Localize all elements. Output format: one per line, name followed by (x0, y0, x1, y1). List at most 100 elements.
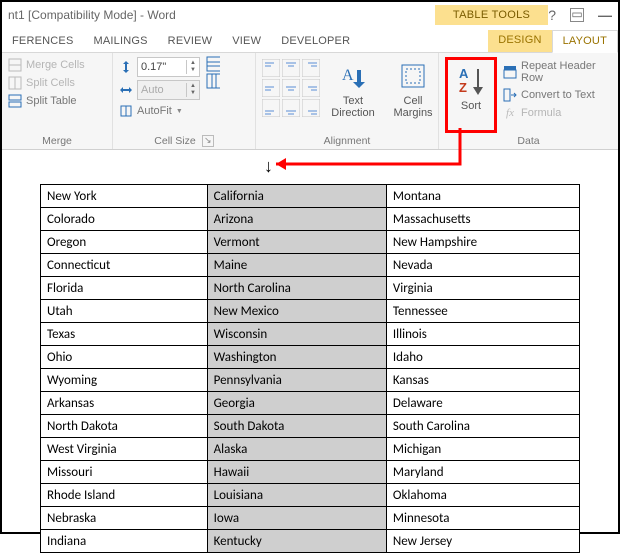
table-row[interactable]: ArkansasGeorgiaDelaware (41, 392, 580, 415)
help-icon[interactable]: ? (548, 7, 556, 23)
repeat-header-button[interactable]: Repeat Header Row (503, 59, 612, 85)
table-cell[interactable]: Nevada (386, 254, 579, 277)
table-cell[interactable]: Minnesota (386, 507, 579, 530)
spin-up-icon[interactable]: ▲ (186, 83, 199, 90)
table-cell[interactable]: New York (41, 185, 208, 208)
table-row[interactable]: TexasWisconsinIllinois (41, 323, 580, 346)
align-tc-icon[interactable] (282, 59, 300, 77)
table-row[interactable]: North DakotaSouth DakotaSouth Carolina (41, 415, 580, 438)
spin-down-icon[interactable]: ▼ (186, 90, 199, 97)
table-cell[interactable]: North Carolina (207, 277, 386, 300)
table-row[interactable]: IndianaKentuckyNew Jersey (41, 530, 580, 553)
table-cell[interactable]: Wisconsin (207, 323, 386, 346)
tab-references[interactable]: FERENCES (2, 31, 84, 52)
align-mr-icon[interactable] (302, 79, 320, 97)
table-row[interactable]: OhioWashingtonIdaho (41, 346, 580, 369)
align-tr-icon[interactable] (302, 59, 320, 77)
table-cell[interactable]: Tennessee (386, 300, 579, 323)
table-row[interactable]: OregonVermontNew Hampshire (41, 231, 580, 254)
tab-developer[interactable]: DEVELOPER (271, 31, 360, 52)
table-cell[interactable]: Arizona (207, 208, 386, 231)
table-row[interactable]: ColoradoArizonaMassachusetts (41, 208, 580, 231)
align-grid[interactable] (262, 57, 320, 117)
table-cell[interactable]: Indiana (41, 530, 208, 553)
table-cell[interactable]: North Dakota (41, 415, 208, 438)
table-cell[interactable]: Maryland (386, 461, 579, 484)
table-cell[interactable]: Florida (41, 277, 208, 300)
table-cell[interactable]: Virginia (386, 277, 579, 300)
convert-text-button[interactable]: Convert to Text (503, 87, 612, 103)
table-cell[interactable]: Montana (386, 185, 579, 208)
tab-review[interactable]: REVIEW (158, 31, 223, 52)
table-cell[interactable]: Nebraska (41, 507, 208, 530)
table-cell[interactable]: California (207, 185, 386, 208)
table-cell[interactable]: Vermont (207, 231, 386, 254)
table-cell[interactable]: Oregon (41, 231, 208, 254)
split-table-button[interactable]: Split Table (8, 93, 85, 109)
row-height-input[interactable]: ▲▼ (137, 57, 200, 77)
distribute-rows-icon[interactable] (206, 57, 220, 71)
table-cell[interactable]: Louisiana (207, 484, 386, 507)
table-cell[interactable]: Massachusetts (386, 208, 579, 231)
table-row[interactable]: WyomingPennsylvaniaKansas (41, 369, 580, 392)
table-cell[interactable]: Kentucky (207, 530, 386, 553)
align-bl-icon[interactable] (262, 99, 280, 117)
spin-down-icon[interactable]: ▼ (186, 67, 199, 74)
table-cell[interactable]: West Virginia (41, 438, 208, 461)
col-width-input[interactable]: ▲▼ (137, 80, 200, 100)
ribbon-opts-icon[interactable]: ▭ (570, 8, 584, 22)
table-cell[interactable]: Michigan (386, 438, 579, 461)
table-cell[interactable]: Wyoming (41, 369, 208, 392)
align-br-icon[interactable] (302, 99, 320, 117)
table-row[interactable]: MissouriHawaiiMaryland (41, 461, 580, 484)
table-cell[interactable]: Alaska (207, 438, 386, 461)
table-cell[interactable]: New Hampshire (386, 231, 579, 254)
align-bc-icon[interactable] (282, 99, 300, 117)
minimize-icon[interactable]: — (598, 7, 612, 23)
row-height-value[interactable] (138, 61, 186, 73)
table-cell[interactable]: Arkansas (41, 392, 208, 415)
states-table[interactable]: New YorkCaliforniaMontanaColoradoArizona… (40, 184, 580, 553)
tab-mailings[interactable]: MAILINGS (84, 31, 158, 52)
table-cell[interactable]: Hawaii (207, 461, 386, 484)
table-row[interactable]: FloridaNorth CarolinaVirginia (41, 277, 580, 300)
autofit-button[interactable]: AutoFit ▼ (119, 103, 200, 119)
table-cell[interactable]: South Carolina (386, 415, 579, 438)
table-cell[interactable]: Maine (207, 254, 386, 277)
distribute-cols-icon[interactable] (206, 74, 220, 88)
table-cell[interactable]: Colorado (41, 208, 208, 231)
tab-view[interactable]: VIEW (222, 31, 271, 52)
tab-design[interactable]: DESIGN (488, 30, 551, 52)
table-row[interactable]: West VirginiaAlaskaMichigan (41, 438, 580, 461)
text-direction-button[interactable]: A Text Direction (326, 57, 380, 119)
table-cell[interactable]: Utah (41, 300, 208, 323)
tab-layout[interactable]: LAYOUT (552, 30, 618, 53)
table-row[interactable]: UtahNew MexicoTennessee (41, 300, 580, 323)
cell-margins-button[interactable]: Cell Margins (386, 57, 440, 119)
table-cell[interactable]: South Dakota (207, 415, 386, 438)
table-cell[interactable]: Delaware (386, 392, 579, 415)
table-cell[interactable]: Connecticut (41, 254, 208, 277)
table-cell[interactable]: Illinois (386, 323, 579, 346)
table-cell[interactable]: Texas (41, 323, 208, 346)
table-cell[interactable]: New Mexico (207, 300, 386, 323)
table-row[interactable]: NebraskaIowaMinnesota (41, 507, 580, 530)
table-cell[interactable]: Kansas (386, 369, 579, 392)
sort-button[interactable]: A Z Sort (450, 62, 492, 112)
align-ml-icon[interactable] (262, 79, 280, 97)
table-cell[interactable]: New Jersey (386, 530, 579, 553)
table-row[interactable]: Rhode IslandLouisianaOklahoma (41, 484, 580, 507)
table-cell[interactable]: Pennsylvania (207, 369, 386, 392)
table-cell[interactable]: Oklahoma (386, 484, 579, 507)
table-row[interactable]: New YorkCaliforniaMontana (41, 185, 580, 208)
table-cell[interactable]: Georgia (207, 392, 386, 415)
table-cell[interactable]: Rhode Island (41, 484, 208, 507)
dialog-launcher-icon[interactable]: ↘ (202, 135, 214, 147)
align-mc-icon[interactable] (282, 79, 300, 97)
table-cell[interactable]: Ohio (41, 346, 208, 369)
table-cell[interactable]: Idaho (386, 346, 579, 369)
table-cell[interactable]: Missouri (41, 461, 208, 484)
table-cell[interactable]: Iowa (207, 507, 386, 530)
spin-up-icon[interactable]: ▲ (186, 60, 199, 67)
table-row[interactable]: ConnecticutMaineNevada (41, 254, 580, 277)
